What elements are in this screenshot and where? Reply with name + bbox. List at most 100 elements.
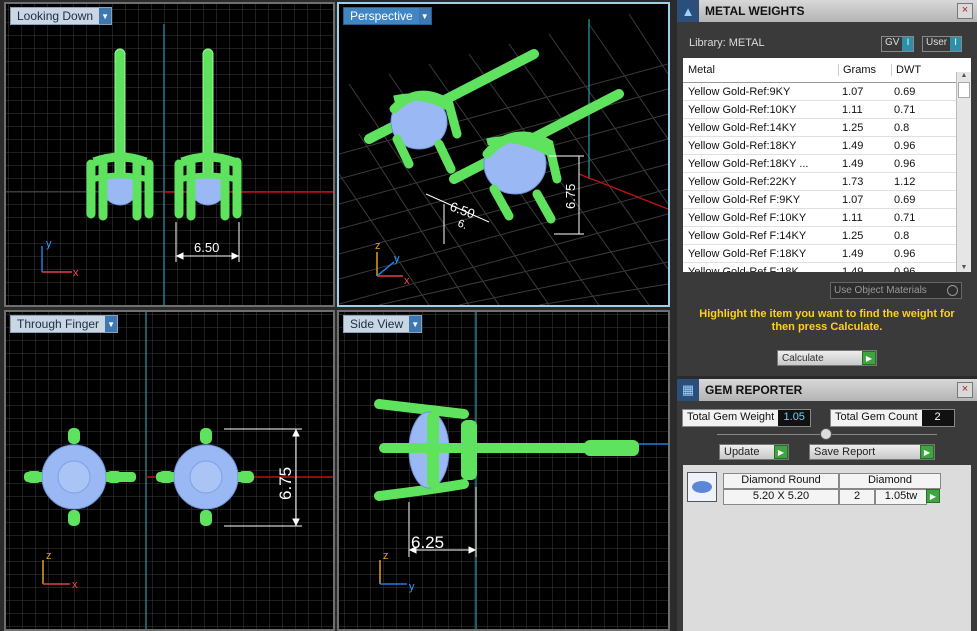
column-header-metal[interactable]: Metal [683, 64, 838, 76]
total-gem-count-label: Total Gem Count [835, 411, 918, 423]
chevron-down-icon[interactable]: ▼ [99, 8, 112, 24]
gv-toggle[interactable]: GV I [881, 36, 915, 52]
user-toggle[interactable]: User I [922, 36, 963, 52]
dimension-value-c: 6. [456, 218, 469, 232]
calculate-button[interactable]: Calculate ▶ [777, 350, 877, 366]
dwt-cell: 0.96 [894, 265, 916, 273]
close-icon[interactable]: × [957, 382, 973, 398]
grams-cell: 1.07 [842, 85, 864, 98]
through-finger-scene: 6.75 z x [6, 312, 333, 629]
viewport-looking-down[interactable]: Looking Down ▼ 6.50 y x [4, 2, 335, 307]
viewport-label: Perspective [350, 9, 413, 23]
table-row[interactable]: Yellow Gold-Ref:18KY 1.49 0.96 [683, 137, 971, 155]
gv-label: GV [885, 37, 900, 48]
axis-y-label: y [409, 581, 415, 593]
chevron-down-icon[interactable]: ▼ [105, 316, 118, 332]
total-gem-weight-value: 1.05 [778, 410, 811, 426]
update-button[interactable]: Update ▶ [719, 444, 789, 460]
dwt-cell: 0.69 [894, 85, 916, 98]
dwt-cell: 0.96 [894, 157, 916, 170]
table-row[interactable]: Yellow Gold-Ref F:10KY 1.11 0.71 [683, 209, 971, 227]
scroll-down-icon[interactable]: ▼ [957, 264, 971, 272]
viewport-label: Through Finger [17, 317, 100, 331]
axis-x-label: x [73, 267, 79, 279]
dimension-value: 6.25 [411, 533, 444, 552]
weight-instruction: Highlight the item you want to find the … [699, 308, 955, 333]
grams-cell: 1.49 [842, 139, 864, 152]
gem-reporter-panel: ▦ GEM REPORTER × Total Gem Weight 1.05 T… [677, 379, 977, 631]
gem-reporter-icon: ▦ [677, 379, 699, 401]
metal-weights-header: ▲ METAL WEIGHTS × [677, 0, 977, 22]
grams-cell: 1.25 [842, 121, 864, 134]
use-object-materials-toggle[interactable]: Use Object Materials [830, 282, 962, 299]
metal-table-scrollbar[interactable]: ▲ ▼ [956, 72, 971, 272]
viewport-side-view[interactable]: Side View ▼ 6.25 z y [337, 310, 670, 631]
gem-size: 5.20 X 5.20 [723, 489, 839, 505]
metal-weights-panel: ▲ METAL WEIGHTS × Library: METAL GV I Us… [677, 0, 977, 376]
diamond-icon [692, 481, 712, 493]
dimension-value: 6.50 [194, 240, 219, 255]
splitter-knob[interactable] [820, 428, 832, 440]
table-row[interactable]: Yellow Gold-Ref F:14KY 1.25 0.8 [683, 227, 971, 245]
metal-name-cell: Yellow Gold-Ref F:9KY [688, 193, 801, 206]
gem-list: Diamond Round Diamond 5.20 X 5.20 2 1.05… [683, 465, 971, 631]
total-gem-count: Total Gem Count 2 [830, 409, 955, 427]
table-row[interactable]: Yellow Gold-Ref F:18KY 1.49 0.96 [683, 245, 971, 263]
axis-y-label: y [46, 238, 52, 250]
gem-reporter-header: ▦ GEM REPORTER × [677, 379, 977, 401]
dwt-cell: 0.71 [894, 103, 916, 116]
grams-cell: 1.25 [842, 229, 864, 242]
table-row[interactable]: Yellow Gold-Ref:22KY 1.73 1.12 [683, 173, 971, 191]
metal-name-cell: Yellow Gold-Ref F:18K... [688, 265, 809, 273]
table-row[interactable]: Yellow Gold-Ref F:18K... 1.49 0.96 [683, 263, 971, 273]
table-row[interactable]: Yellow Gold-Ref:9KY 1.07 0.69 [683, 83, 971, 101]
grams-cell: 1.11 [842, 211, 863, 224]
chevron-down-icon[interactable]: ▼ [418, 8, 431, 24]
gem-details-icon[interactable]: ▶ [926, 489, 940, 503]
gem-row[interactable]: Diamond Round Diamond 5.20 X 5.20 2 1.05… [687, 470, 953, 505]
side-view-scene: 6.25 z y [339, 312, 668, 629]
metal-table-header: Metal Grams DWT [683, 58, 971, 83]
viewport-through-finger[interactable]: Through Finger ▼ 6.75 z x [4, 310, 335, 631]
axis-z-label: z [375, 240, 381, 252]
viewport-tab-side-view[interactable]: Side View ▼ [343, 315, 423, 333]
close-icon[interactable]: × [957, 3, 973, 19]
metal-name-cell: Yellow Gold-Ref:14KY [688, 121, 797, 134]
table-row[interactable]: Yellow Gold-Ref:18KY ... 1.49 0.96 [683, 155, 971, 173]
table-row[interactable]: Yellow Gold-Ref F:9KY 1.07 0.69 [683, 191, 971, 209]
total-gem-weight-label: Total Gem Weight [687, 411, 775, 423]
dwt-cell: 0.8 [894, 121, 910, 134]
total-gem-count-value: 2 [921, 410, 954, 426]
scroll-thumb[interactable] [958, 82, 970, 98]
update-label: Update [724, 446, 760, 458]
table-row[interactable]: Yellow Gold-Ref:10KY 1.11 0.71 [683, 101, 971, 119]
grams-cell: 1.07 [842, 193, 864, 206]
total-gem-weight: Total Gem Weight 1.05 [682, 409, 812, 427]
viewport-tab-perspective[interactable]: Perspective ▼ [343, 7, 432, 25]
column-header-grams[interactable]: Grams [838, 64, 891, 76]
axis-x-label: x [404, 275, 410, 287]
gv-toggle-icon: I [902, 37, 914, 51]
chevron-down-icon[interactable]: ▼ [409, 316, 422, 332]
column-header-dwt[interactable]: DWT [891, 64, 956, 76]
grams-cell: 1.73 [842, 175, 864, 188]
play-icon: ▶ [774, 445, 788, 459]
calculate-label: Calculate [782, 352, 824, 364]
user-label: User [926, 37, 948, 48]
viewport-perspective[interactable]: Perspective ▼ 6.50 6. 6.75 z y x [337, 2, 670, 307]
gem-weight: 1.05tw [875, 489, 927, 505]
metal-name-cell: Yellow Gold-Ref:10KY [688, 103, 797, 116]
dwt-cell: 0.8 [894, 229, 910, 242]
scroll-up-icon[interactable]: ▲ [957, 72, 971, 80]
metal-name-cell: Yellow Gold-Ref:18KY [688, 139, 797, 152]
viewport-tab-through-finger[interactable]: Through Finger ▼ [10, 315, 119, 333]
viewport-tab-looking-down[interactable]: Looking Down ▼ [10, 7, 113, 25]
looking-down-scene: 6.50 y x [6, 4, 333, 305]
gem-count: 2 [839, 489, 875, 505]
viewport-label: Looking Down [17, 9, 94, 23]
table-row[interactable]: Yellow Gold-Ref:14KY 1.25 0.8 [683, 119, 971, 137]
axis-y-label: y [394, 253, 400, 265]
gem-thumbnail [687, 472, 717, 502]
save-report-button[interactable]: Save Report ▶ [809, 444, 935, 460]
metal-weights-title: METAL WEIGHTS [705, 4, 805, 18]
